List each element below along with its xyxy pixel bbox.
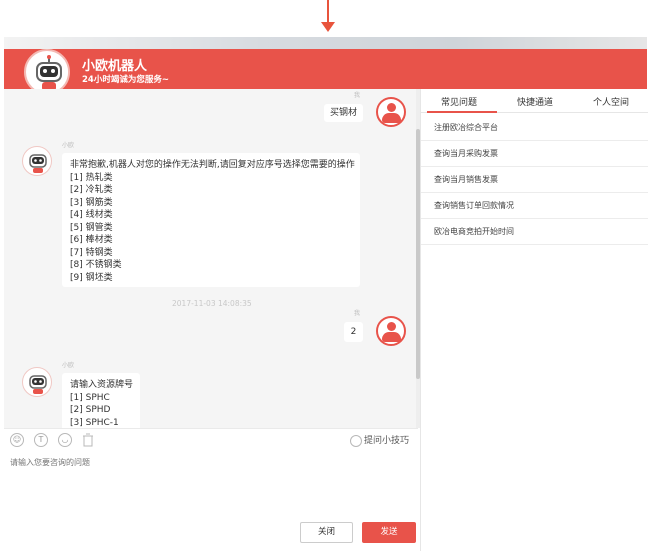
robot-avatar-icon bbox=[22, 146, 52, 176]
faq-item[interactable]: 注册欧冶综合平台 bbox=[421, 115, 648, 141]
shield-icon[interactable]: ◡ bbox=[58, 433, 72, 447]
message-sender: 我 bbox=[354, 310, 361, 317]
smile-icon[interactable]: ☺ bbox=[10, 433, 24, 447]
option-item: [9] 钢坯类 bbox=[70, 272, 113, 283]
option-item: [2] SPHD bbox=[70, 405, 111, 415]
option-item: [2] 冷轧类 bbox=[70, 185, 113, 195]
input-toolbar: ☺ T ◡ 提问小技巧 bbox=[4, 428, 418, 450]
down-arrow-indicator bbox=[321, 0, 335, 34]
lightbulb-icon bbox=[350, 434, 362, 447]
user-avatar-icon bbox=[376, 316, 406, 346]
chat-window: 小欧机器人 24小时竭诚为您服务~ 我 买钢材 小欧 非常抱歉,机器人对您的操作… bbox=[4, 37, 648, 551]
side-panel: 常见问题 快捷通道 个人空间 注册欧冶综合平台 查询当月采购发票 查询当月销售发… bbox=[420, 89, 648, 551]
message-sender: 我 bbox=[354, 92, 361, 99]
bot-message-intro: 非常抱歉,机器人对您的操作无法判断,请回复对应序号选择您需要的操作 bbox=[70, 160, 355, 170]
bot-name: 小欧机器人 bbox=[82, 59, 148, 74]
active-tab-indicator bbox=[427, 111, 497, 113]
trash-icon[interactable] bbox=[82, 433, 94, 447]
side-tabs: 常见问题 快捷通道 个人空间 bbox=[421, 89, 648, 113]
close-button[interactable]: 关闭 bbox=[300, 522, 353, 543]
question-tips-button[interactable]: 提问小技巧 bbox=[350, 433, 409, 447]
chat-header: 小欧机器人 24小时竭诚为您服务~ bbox=[4, 49, 647, 95]
faq-item[interactable]: 查询销售订单回款情况 bbox=[421, 193, 648, 219]
text-icon[interactable]: T bbox=[34, 433, 48, 447]
faq-item[interactable]: 查询当月销售发票 bbox=[421, 167, 648, 193]
input-area: 关闭 发送 bbox=[4, 450, 418, 551]
title-bar bbox=[4, 37, 647, 49]
robot-avatar-icon bbox=[22, 367, 52, 397]
bot-message-intro: 请输入资源牌号 bbox=[70, 380, 134, 390]
question-input[interactable] bbox=[10, 457, 410, 517]
faq-item[interactable]: 欧冶电商竞拍开始时间 bbox=[421, 219, 648, 245]
message-sender: 小欧 bbox=[62, 142, 75, 149]
user-message: 买钢材 bbox=[324, 104, 363, 122]
user-avatar-icon bbox=[376, 97, 406, 127]
option-item: [6] 棒材类 bbox=[70, 235, 113, 245]
bot-message: 非常抱歉,机器人对您的操作无法判断,请回复对应序号选择您需要的操作 [1] 热轧… bbox=[62, 153, 360, 287]
message-sender: 小欧 bbox=[62, 362, 75, 369]
option-item: [7] 特钢类 bbox=[70, 247, 113, 258]
option-item: [3] 钢筋类 bbox=[70, 197, 113, 208]
option-item: [1] SPHC bbox=[70, 392, 110, 403]
option-item: [4] 线材类 bbox=[70, 210, 113, 220]
tab-faq[interactable]: 常见问题 bbox=[441, 95, 477, 108]
send-button[interactable]: 发送 bbox=[362, 522, 416, 543]
tab-shortcuts[interactable]: 快捷通道 bbox=[517, 95, 553, 108]
option-item: [5] 钢管类 bbox=[70, 222, 113, 233]
bot-tagline: 24小时竭诚为您服务~ bbox=[82, 75, 169, 85]
user-message: 2 bbox=[344, 322, 363, 342]
message-timestamp: 2017-11-03 14:08:35 bbox=[172, 299, 252, 308]
tips-label: 提问小技巧 bbox=[364, 436, 410, 446]
faq-item[interactable]: 查询当月采购发票 bbox=[421, 141, 648, 167]
option-item: [1] 热轧类 bbox=[70, 172, 113, 183]
option-item: [8] 不锈钢类 bbox=[70, 260, 122, 270]
option-item: [3] SPHC-1 bbox=[70, 417, 119, 428]
bot-message: 请输入资源牌号 [1] SPHC [2] SPHD [3] SPHC-1 bbox=[62, 373, 140, 428]
tab-personal[interactable]: 个人空间 bbox=[593, 95, 629, 108]
message-list[interactable]: 我 买钢材 小欧 非常抱歉,机器人对您的操作无法判断,请回复对应序号选择您需要的… bbox=[4, 89, 418, 428]
